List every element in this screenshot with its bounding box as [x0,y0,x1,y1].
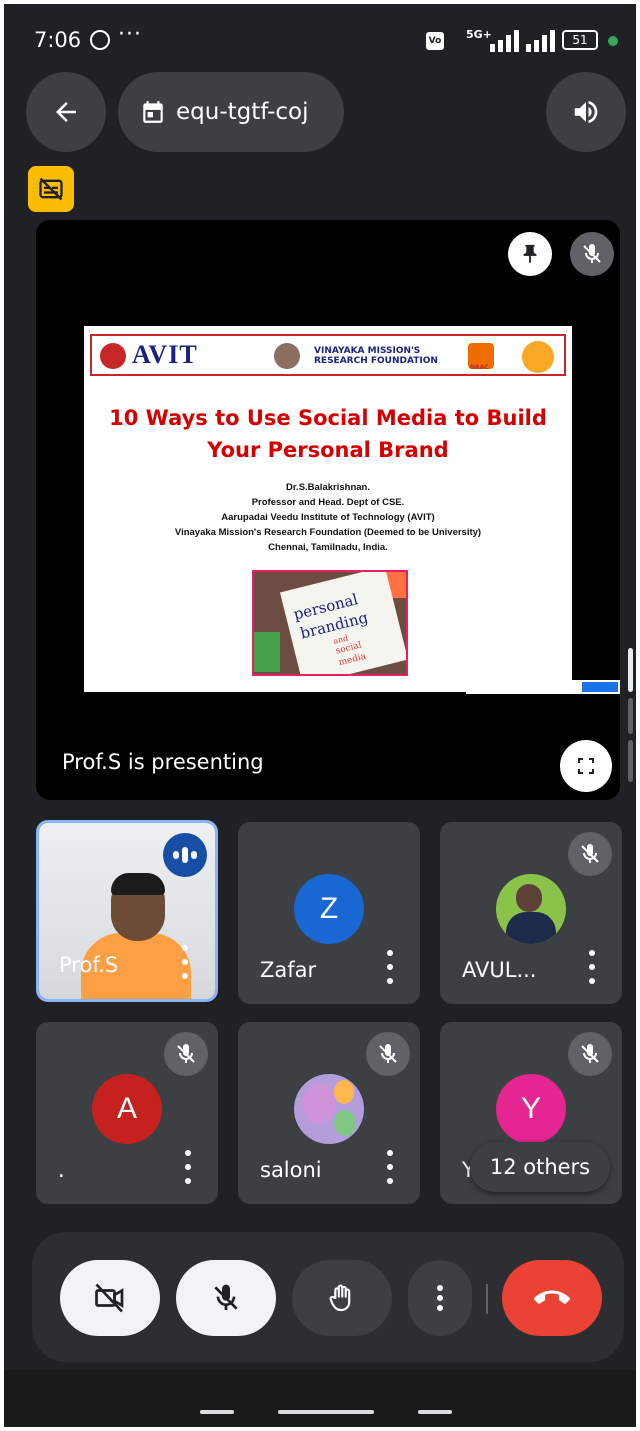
volte-icon: Vo [426,32,444,50]
phone-screen: 7:06 ··· Vo 5G+ 51 equ-tgtf-coj AVIT VIN… [4,4,636,1427]
slide-author-block: Dr.S.Balakrishnan. Professor and Head. D… [84,480,572,555]
slide-image: personal branding and social media [252,570,408,676]
stop-sharing-indicator [582,682,618,692]
participant-tile-saloni[interactable]: saloni [238,1022,420,1204]
captions-badge[interactable] [28,166,74,212]
slide-line-3: Aarupadai Veedu Institute of Technology … [221,512,435,523]
avatar-body-shape [506,912,556,944]
whatsapp-icon [90,30,110,50]
signal-icon-2 [526,30,555,52]
scrollbar-thumb[interactable] [628,648,633,692]
mic-off-icon [568,1032,612,1076]
hang-up-icon [534,1290,570,1304]
mic-off-icon [214,1284,238,1310]
participant-menu-button[interactable] [182,1150,194,1184]
notebook-shape: personal branding and social media [279,572,406,674]
slide-author: Dr.S.Balakrishnan. [286,482,370,493]
pin-button[interactable] [508,232,552,276]
more-options-button[interactable] [408,1260,472,1336]
mic-off-icon [164,1032,208,1076]
participant-avatar: Z [294,874,364,944]
hand-icon [329,1284,351,1312]
nav-home-button[interactable] [278,1410,374,1414]
participant-name: Prof.S [59,953,119,977]
participant-avatar: Y [496,1074,566,1144]
slide-header-logos: AVIT VINAYAKA MISSION'S RESEARCH FOUNDAT… [90,334,566,376]
founder-portrait-icon [274,343,300,369]
slide-title-line-1: 10 Ways to Use Social Media to Build [109,406,547,430]
person-hair-shape [111,873,165,895]
avatar-face-shape [516,884,542,912]
participant-menu-button[interactable] [586,950,598,984]
hot-air-balloon-avatar [294,1074,364,1144]
sticky-notes-shape [254,632,280,672]
camera-toggle-button[interactable] [60,1260,160,1336]
raise-hand-button[interactable] [292,1260,392,1336]
balloon-shape-2 [334,1080,354,1104]
audio-output-button[interactable] [546,72,626,152]
participant-menu-button[interactable] [384,1150,396,1184]
privacy-dot [608,36,618,46]
participant-tile-zafar[interactable]: Z Zafar [238,822,420,1004]
system-nav-bar [4,1370,636,1427]
logo-vmrf-text: VINAYAKA MISSION'S RESEARCH FOUNDATION [314,346,438,366]
call-controls [32,1232,624,1362]
calendar-icon [143,101,163,123]
participant-avatar: A [92,1074,162,1144]
meeting-info-chip[interactable]: equ-tgtf-coj [118,72,344,152]
status-time: 7:06 [34,28,82,52]
fullscreen-icon [578,758,594,774]
controls-divider [486,1284,488,1314]
participant-tile-a[interactable]: A . [36,1022,218,1204]
pin-icon [523,244,537,264]
naac-text: NAAC [470,364,489,371]
participant-name: saloni [260,1158,322,1182]
mic-off-icon [570,232,614,276]
participant-avatar-photo [496,874,566,944]
nav-back-button[interactable] [418,1410,452,1414]
avit-emblem-icon [100,343,126,369]
screen-share-notification [466,680,620,694]
balloon-shape-3 [334,1110,356,1136]
slide-title: 10 Ways to Use Social Media to Build You… [84,402,572,466]
arrow-left-icon [56,102,76,122]
mic-off-icon [366,1032,410,1076]
battery-icon: 51 [562,30,598,50]
status-bar: 7:06 ··· Vo 5G+ 51 [4,4,636,74]
scrollbar-track-segment [628,698,633,734]
shared-slide: AVIT VINAYAKA MISSION'S RESEARCH FOUNDAT… [84,326,572,692]
seal-logo-icon [522,341,554,373]
camera-off-icon [95,1283,124,1313]
end-call-button[interactable] [502,1260,602,1336]
presenting-label: Prof.S is presenting [62,750,264,774]
nav-menu-button[interactable] [200,1410,234,1414]
status-overflow: ··· [118,22,142,47]
speaker-icon [574,101,598,123]
back-button[interactable] [26,72,106,152]
signal-icon [490,30,519,52]
logo-avit-text: AVIT [132,340,198,369]
scrollbar-track-segment-2 [628,740,633,782]
balloon-shape [302,1084,336,1124]
participant-menu-button[interactable] [384,950,396,984]
presentation-tile[interactable]: AVIT VINAYAKA MISSION'S RESEARCH FOUNDAT… [36,220,620,800]
slide-line-4: Vinayaka Mission's Research Foundation (… [174,527,482,538]
captions-off-icon [39,177,63,201]
participant-name: AVUL... [462,958,537,982]
participant-tile-avul[interactable]: AVUL... [440,822,622,1004]
participant-tile-prof-s[interactable]: Prof.S [36,820,218,1002]
mic-off-icon [568,832,612,876]
others-chip[interactable]: 12 others [470,1142,610,1192]
speaking-indicator-icon [163,833,207,877]
slide-line-5: Chennai, Tamilnadu, India. [268,542,388,553]
fullscreen-button[interactable] [560,740,612,792]
more-vertical-icon [437,1285,443,1311]
slide-line-2: Professor and Head. Dept of CSE. [251,497,405,508]
participant-name: Zafar [260,958,317,982]
slide-title-line-2: Your Personal Brand [207,438,449,462]
meeting-code: equ-tgtf-coj [176,99,309,125]
participant-menu-button[interactable] [179,945,191,979]
participant-name: . [58,1158,65,1182]
mic-toggle-button[interactable] [176,1260,276,1336]
